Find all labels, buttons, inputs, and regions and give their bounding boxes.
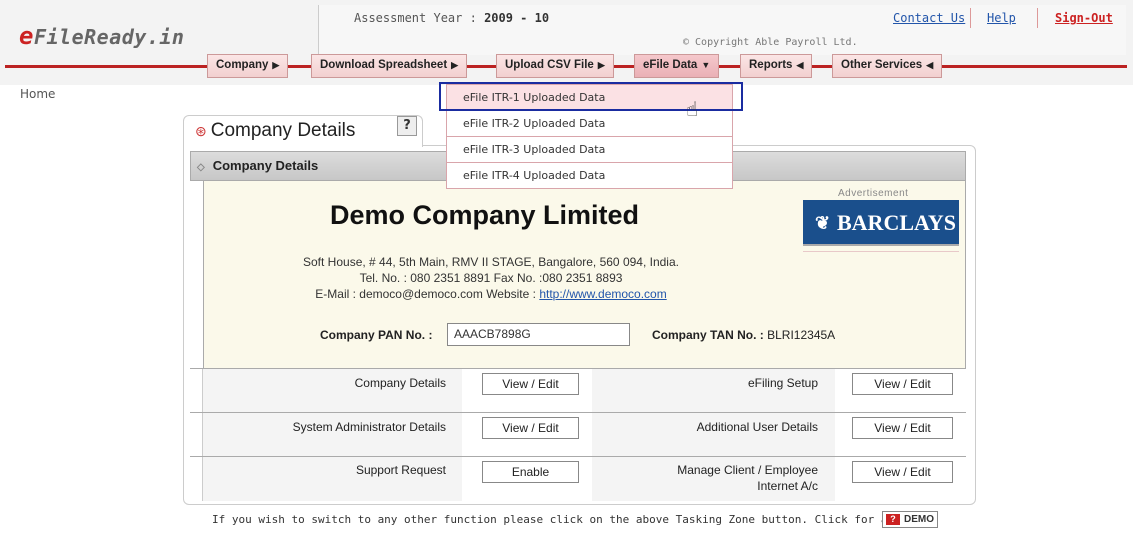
sysadmin-button[interactable]: View / Edit [482,417,579,439]
circle-arrow-icon: ⊛ [195,123,207,139]
divider [1037,8,1038,28]
menu-company[interactable]: Company ▶ [207,54,289,78]
chevron-left-icon: ◀ [796,60,804,70]
demo-button[interactable]: ? DEMO [882,511,938,528]
dropdown-item-itr3[interactable]: eFile ITR-3 Uploaded Data [447,137,732,163]
website-link[interactable]: http://www.democo.com [539,287,666,301]
efiling-setup-button[interactable]: View / Edit [852,373,953,395]
diamond-icon: ◇ [197,162,205,173]
logo[interactable]: eFileReady.in [19,22,184,50]
row-label: Manage Client / Employee [677,463,818,477]
help-link[interactable]: Help [987,11,1016,25]
panel-header-title: ◇ Company Details [197,158,319,173]
pan-label: Company PAN No. : [320,328,433,342]
menu-download-spreadsheet[interactable]: Download Spreadsheet ▶ [311,54,468,78]
assessment-year: Assessment Year : 2009 - 10 [354,11,550,25]
chevron-right-icon: ▶ [451,60,459,70]
page-title: ⊛ Company Details [195,120,356,141]
divider [803,251,959,252]
row-label: System Administrator Details [292,420,446,434]
row-label: eFiling Setup [747,376,818,390]
tan-info: Company TAN No. : BLRI12345A [652,328,836,342]
ad-banner[interactable]: ❦ BARCLAYS [803,200,959,246]
menu-efile-data[interactable]: eFile Data ▼ [634,54,720,78]
additional-user-button[interactable]: View / Edit [852,417,953,439]
chevron-right-icon: ▶ [597,60,605,70]
signout-link[interactable]: Sign-Out [1055,11,1113,25]
row-label: Internet A/c [757,479,818,493]
divider [970,8,971,28]
support-request-button[interactable]: Enable [482,461,579,483]
footer-note: If you wish to switch to any other funct… [212,513,888,526]
row-label: Additional User Details [696,420,818,434]
chevron-left-icon: ◀ [926,60,934,70]
row-label: Support Request [355,463,446,477]
ad-label: Advertisement [838,188,909,199]
company-name: Demo Company Limited [330,200,640,230]
dropdown-item-itr4[interactable]: eFile ITR-4 Uploaded Data [447,163,732,189]
address-line: Soft House, # 44, 5th Main, RMV II STAGE… [303,255,679,269]
breadcrumb[interactable]: Home [20,87,55,101]
help-icon[interactable]: ? [397,116,417,136]
pan-field[interactable]: AAACB7898G [447,323,630,346]
row-label: Company Details [354,376,446,390]
copyright: © Copyright Able Payroll Ltd. [683,37,858,48]
manage-client-button[interactable]: View / Edit [852,461,953,483]
menu-other-services[interactable]: Other Services ◀ [832,54,943,78]
contact-line: E-Mail : democo@democo.com Website : htt… [315,287,667,301]
menu-upload-csv[interactable]: Upload CSV File ▶ [496,54,614,78]
help-icon: ? [886,514,900,525]
hand-cursor-icon: ☝ [686,97,699,121]
phone-line: Tel. No. : 080 2351 8891 Fax No. :080 23… [359,271,623,285]
eagle-icon: ❦ [815,213,831,233]
menu-reports[interactable]: Reports ◀ [740,54,813,78]
chevron-down-icon: ▼ [701,60,711,70]
chevron-right-icon: ▶ [272,60,280,70]
company-details-button[interactable]: View / Edit [482,373,579,395]
contact-link[interactable]: Contact Us [893,11,965,25]
